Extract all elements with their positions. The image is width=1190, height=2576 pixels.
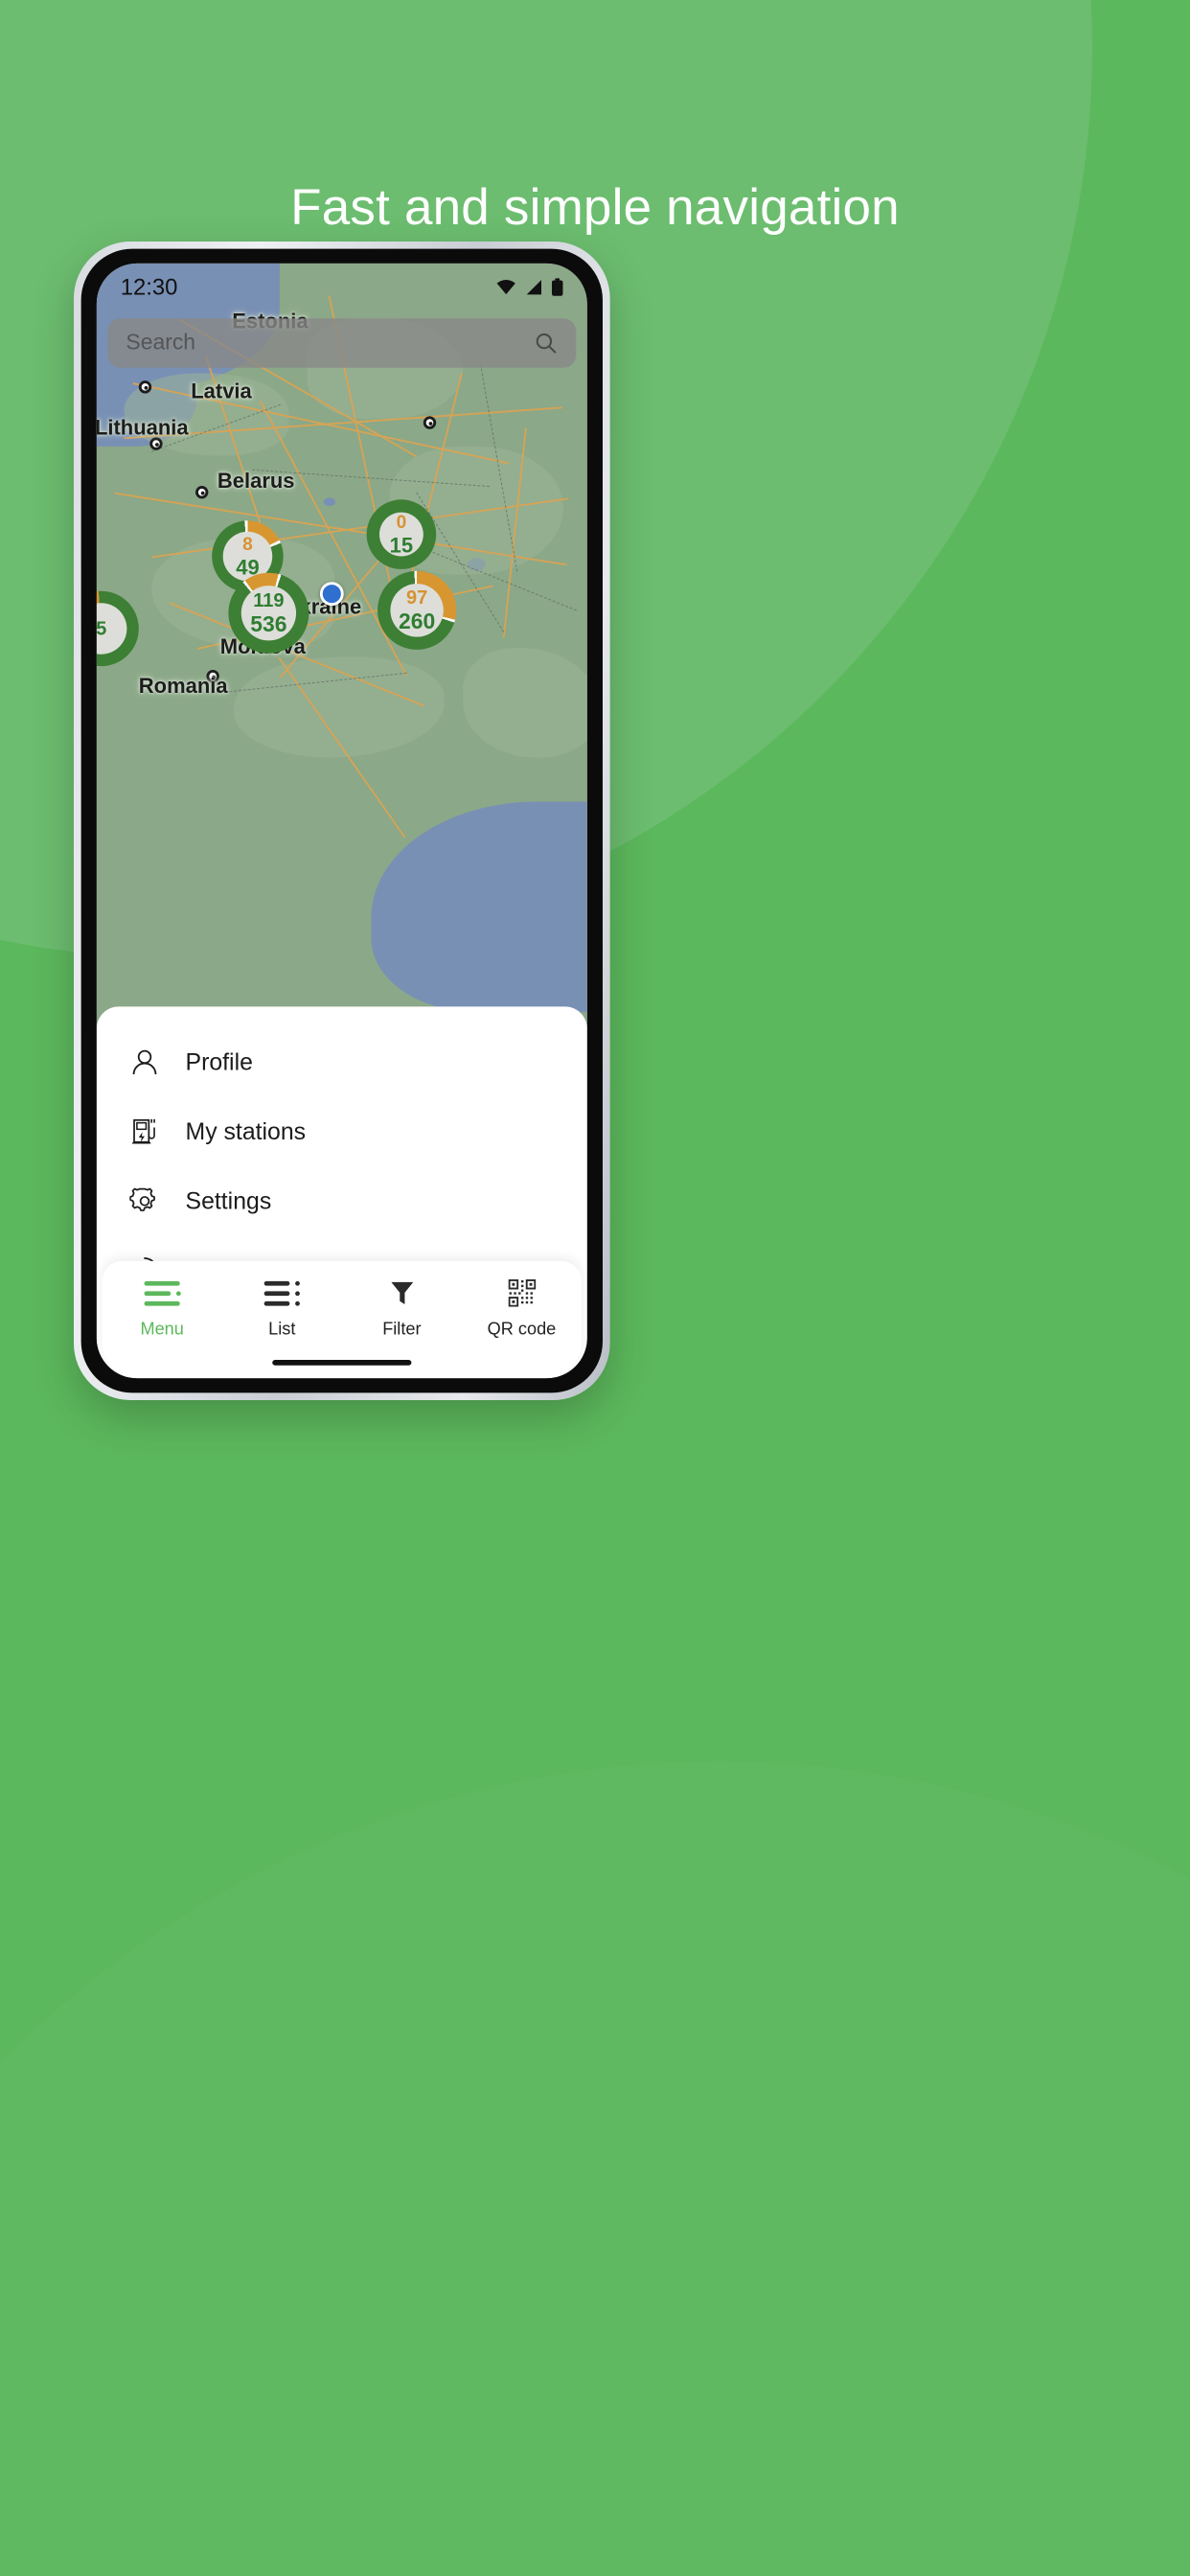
map-cluster-marker-northeast[interactable]: 0 15	[366, 499, 437, 569]
menu-lines-icon	[144, 1277, 181, 1308]
cluster-counts: 97 260	[399, 587, 435, 632]
phone-screen: Estonia Latvia Lithuania Belarus Ukraine…	[96, 263, 587, 1379]
cluster-counts: 5	[97, 619, 106, 638]
menu-item-my-stations[interactable]: My stations	[97, 1096, 587, 1166]
cluster-counts: 119 536	[250, 590, 286, 635]
cluster-total: 260	[398, 609, 436, 634]
qr-code-icon	[508, 1277, 536, 1308]
promo-headline: Fast and simple navigation	[290, 179, 900, 236]
map-water-lake	[323, 497, 336, 506]
cluster-total: 15	[389, 533, 414, 557]
map-land-patch	[462, 648, 587, 758]
tab-list[interactable]: List	[222, 1277, 342, 1340]
user-location-dot	[319, 582, 344, 607]
map-city-dot[interactable]	[195, 485, 209, 499]
phone-frame: Estonia Latvia Lithuania Belarus Ukraine…	[74, 242, 610, 1401]
list-icon	[263, 1277, 300, 1308]
search-bar[interactable]: Search	[107, 318, 577, 368]
tab-menu[interactable]: Menu	[103, 1277, 222, 1340]
status-icons	[495, 278, 563, 296]
tab-label: QR code	[487, 1319, 557, 1340]
menu-item-settings[interactable]: Settings	[97, 1166, 587, 1236]
map-cluster-marker-ukraine-east[interactable]: 97 260	[378, 570, 457, 650]
menu-item-label: Profile	[185, 1046, 253, 1075]
phone-mockup: Estonia Latvia Lithuania Belarus Ukraine…	[74, 242, 1069, 1401]
tab-label: Menu	[140, 1319, 184, 1340]
map-city-dot[interactable]	[423, 416, 437, 429]
status-time: 12:30	[120, 273, 178, 300]
person-icon	[127, 1045, 160, 1077]
battery-icon	[551, 278, 563, 296]
home-indicator[interactable]	[272, 1360, 412, 1366]
search-input[interactable]: Search	[126, 331, 534, 356]
cluster-available: 119	[253, 589, 285, 611]
gear-icon	[127, 1184, 160, 1217]
map-label-belarus: Belarus	[217, 468, 295, 493]
cluster-available: 8	[242, 534, 253, 555]
wifi-icon	[496, 280, 515, 295]
map-label-lithuania: Lithuania	[96, 415, 189, 440]
signal-icon	[526, 280, 542, 295]
search-icon[interactable]	[534, 332, 558, 356]
menu-item-profile[interactable]: Profile	[97, 1026, 587, 1096]
cluster-total: 536	[250, 611, 287, 637]
map-label-latvia: Latvia	[191, 379, 252, 403]
background-blob-bottom	[0, 1761, 1190, 2576]
tab-label: List	[268, 1319, 296, 1340]
map-cluster-marker[interactable]: 5	[96, 590, 139, 667]
map-city-dot[interactable]	[138, 380, 152, 394]
tab-label: Filter	[382, 1319, 422, 1340]
cluster-available: 97	[405, 586, 428, 609]
map-label-romania: Romania	[138, 673, 228, 698]
cluster-counts: 8 49	[236, 535, 259, 578]
tab-qr-code[interactable]: QR code	[462, 1277, 582, 1340]
menu-item-label: Settings	[185, 1186, 272, 1214]
phone-bezel: Estonia Latvia Lithuania Belarus Ukraine…	[80, 248, 603, 1393]
status-bar: 12:30	[97, 264, 587, 311]
cluster-total: 5	[96, 617, 107, 639]
cluster-available: 0	[396, 512, 407, 533]
charging-station-icon	[127, 1115, 160, 1147]
tab-filter[interactable]: Filter	[342, 1277, 462, 1340]
map-cluster-marker-ukraine-west[interactable]: 119 536	[228, 572, 309, 654]
funnel-icon	[389, 1277, 415, 1308]
cluster-counts: 0 15	[390, 513, 413, 556]
menu-item-label: My stations	[185, 1116, 307, 1145]
